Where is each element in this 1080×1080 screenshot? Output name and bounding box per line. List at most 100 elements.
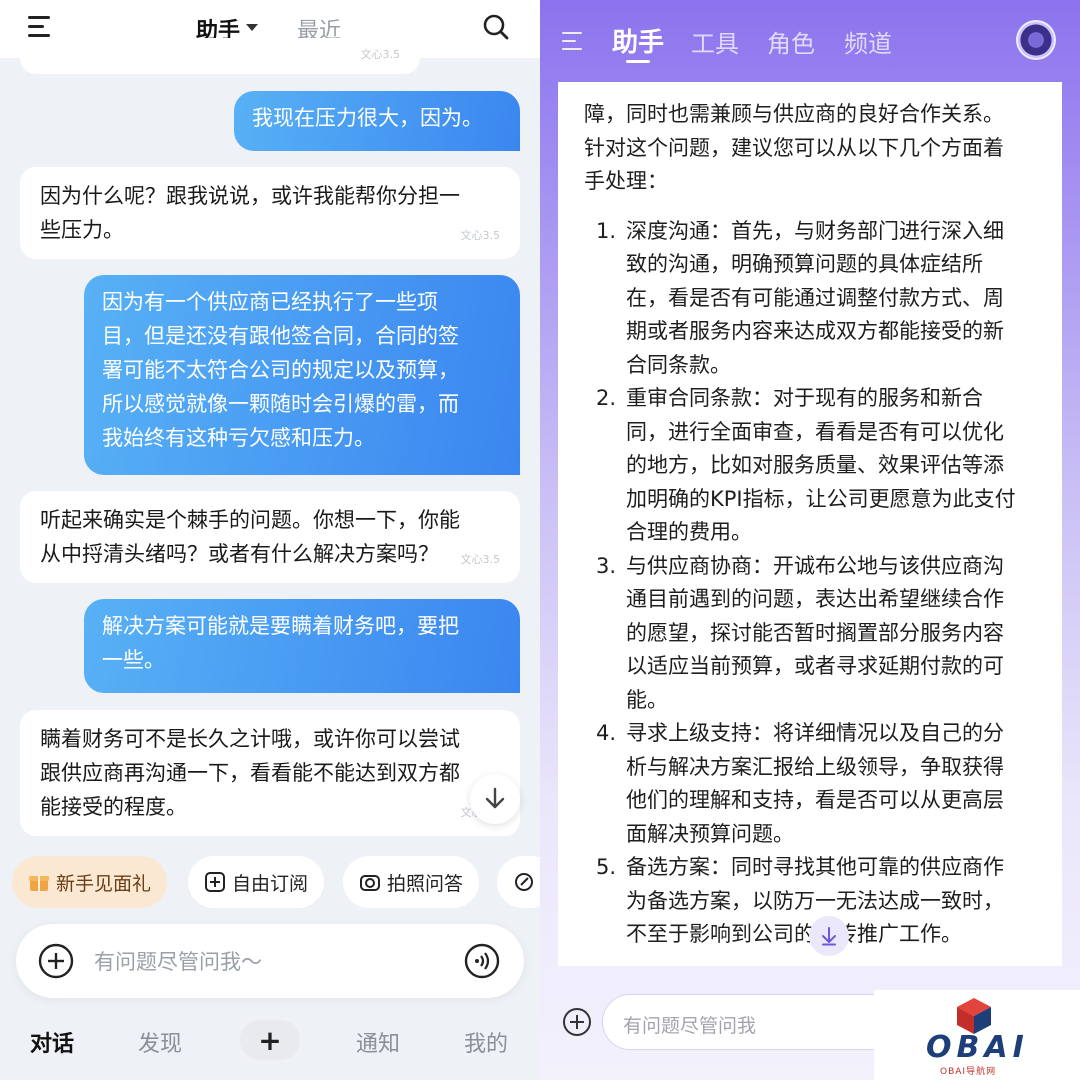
message-line: 因为有一个供应商已经执行了一些项: [102, 290, 438, 314]
list-number: 2.: [596, 386, 617, 410]
list-item: 1. 深度沟通：首先，与财务部门进行深入细 致的沟通，明确预算问题的具体症结所 …: [584, 215, 1040, 383]
message-input-bar[interactable]: 有问题尽管问我～: [16, 924, 524, 998]
list-number: 5.: [596, 855, 617, 879]
list-line: 的愿望，探讨能否暂时搁置部分服务内容: [626, 620, 1004, 645]
list-line: 备选方案：同时寻找其他可靠的供应商作: [626, 855, 1004, 879]
ai-response-card[interactable]: 障，同时也需兼顾与供应商的良好合作关系。 针对这个问题，建议您可以从以下几个方面…: [558, 82, 1062, 966]
list-number: 4.: [596, 721, 617, 745]
message-line: 一些。: [102, 648, 165, 672]
tab-assistant[interactable]: 助手: [612, 22, 664, 59]
list-line: 析与解决方案汇报给上级领导，争取获得: [626, 754, 1004, 779]
model-tag: 文心3.5: [460, 229, 501, 242]
nav-notify[interactable]: 通知: [356, 1026, 400, 1058]
chevron-down-icon[interactable]: [246, 24, 258, 31]
list-line: 面解决预算问题。: [626, 821, 794, 846]
menu-icon[interactable]: [28, 16, 54, 38]
list-item: 2. 重审合同条款：对于现有的服务和新合 同，进行全面审查，看看是否有可以优化 …: [584, 382, 1040, 550]
arrow-down-icon: [485, 787, 505, 809]
message-line: 我始终有这种亏欠感和压力。: [102, 426, 375, 450]
list-line: 他们的理解和支持，看是否可以从更高层: [626, 788, 1004, 812]
message-line: 解决方案可能就是要瞒着财务吧，要把: [102, 614, 459, 638]
list-line: 在，看是否有可能通过调整付款方式、周: [626, 285, 1004, 310]
list-line: 合理的费用。: [626, 520, 752, 544]
right-header: 助手 工具 角色 频道: [540, 0, 1080, 82]
model-tag: 文心3.5: [460, 553, 501, 566]
ai-message: 因为什么呢？跟我说说，或许我能帮你分担一 些压力。 文心3.5: [20, 167, 520, 259]
plus-icon: +: [258, 1023, 282, 1057]
tab-tools[interactable]: 工具: [691, 24, 739, 59]
watermark-logo: OBAI OBAI导航网: [874, 990, 1080, 1080]
message-line: 署可能不太符合公司的规定以及预算，: [102, 358, 459, 382]
ai-message: 听起来确实是个棘手的问题。你想一下，你能 从中捋清头绪吗？或者有什么解决方案吗？…: [20, 491, 520, 583]
add-circle-icon[interactable]: [38, 943, 74, 979]
message-line: 因为什么呢？跟我说说，或许我能帮你分担一: [40, 184, 460, 208]
edit-icon: [515, 873, 533, 891]
ai-message: 瞒着财务可不是长久之计哦，或许你可以尝试 跟供应商再沟通一下，看看能不能达到双方…: [20, 710, 520, 836]
chip-newbie-gift[interactable]: 新手见面礼: [12, 856, 168, 908]
nav-mine[interactable]: 我的: [464, 1026, 508, 1058]
intro-line: 手处理：: [584, 169, 668, 193]
clipped-line: [584, 88, 1040, 98]
nav-chat[interactable]: 对话: [30, 1026, 74, 1058]
message-line: 目，但是还没有跟他签合同，合同的签: [102, 324, 459, 348]
menu-icon[interactable]: [562, 32, 586, 52]
suggestion-list: 1. 深度沟通：首先，与财务部门进行深入细 致的沟通，明确预算问题的具体症结所 …: [584, 215, 1040, 952]
chip-photo-qa[interactable]: 拍照问答: [343, 856, 480, 908]
message-line: 听起来确实是个棘手的问题。你想一下，你能: [40, 508, 460, 532]
message-line: 瞒着财务可不是长久之计哦，或许你可以尝试: [40, 727, 460, 751]
list-line: 加明确的KPI指标，让公司更愿意为此支付: [626, 486, 1016, 511]
chip-label: 拍照问答: [387, 872, 464, 895]
message-input-placeholder[interactable]: 有问题尽管问我: [623, 1011, 756, 1038]
chip-free-subscribe[interactable]: 自由订阅: [188, 856, 325, 908]
gift-icon: [29, 876, 49, 891]
add-circle-icon[interactable]: [562, 1007, 592, 1037]
avatar[interactable]: [1016, 20, 1056, 60]
list-line: 以适应当前预算，或者寻求延期付款的可: [626, 654, 1004, 678]
list-line: 同，进行全面审查，看看是否有可以优化: [626, 419, 1004, 444]
list-item: 4. 寻求上级支持：将详细情况以及自己的分 析与解决方案汇报给上级领导，争取获得…: [584, 717, 1040, 851]
list-line: 的地方，比如对服务质量、效果评估等添: [626, 453, 1004, 477]
intro-line: 针对这个问题，建议您可以从以下几个方面着: [584, 135, 1004, 160]
message-line: 从中捋清头绪吗？或者有什么解决方案吗？: [40, 542, 439, 566]
voice-icon[interactable]: [464, 943, 500, 979]
list-line: 深度沟通：首先，与财务部门进行深入细: [626, 218, 1004, 243]
list-number: 3.: [596, 553, 617, 578]
message-line: 跟供应商再沟通一下，看看能不能达到双方都: [40, 761, 460, 785]
ai-message-partial: 文心3.5: [20, 38, 420, 74]
arrow-down-icon: [822, 927, 836, 946]
list-line: 期或者服务内容来达成双方都能接受的新: [626, 319, 1004, 343]
quick-chips: 新手见面礼 自由订阅 拍照问答: [0, 856, 540, 912]
message-line: 能接受的程度。: [40, 795, 187, 819]
message-line: 些压力。: [40, 218, 124, 242]
message-line: 所以感觉就像一颗随时会引爆的雷，而: [102, 392, 459, 416]
watermark-brand: OBAI: [926, 1030, 1029, 1065]
chip-label: 新手见面礼: [56, 872, 152, 895]
watermark-subtitle: OBAI导航网: [940, 1067, 997, 1077]
list-line: 为备选方案，以防万一无法达成一致时，: [626, 888, 1004, 913]
tab-channels[interactable]: 频道: [844, 24, 892, 59]
user-message: 我现在压力很大，因为。: [234, 91, 520, 151]
chip-label: 自由订阅: [232, 872, 309, 895]
list-number: 1.: [596, 218, 617, 243]
active-tab-indicator: [626, 60, 650, 63]
tab-roles[interactable]: 角色: [767, 24, 815, 59]
list-line: 寻求上级支持：将详细情况以及自己的分: [626, 721, 1004, 745]
chat-scroll-area[interactable]: 文心3.5 我现在压力很大，因为。 因为什么呢？跟我说说，或许我能帮你分担一 些…: [0, 38, 540, 848]
right-phone-screen: 助手 工具 角色 频道 障，同时也需兼顾与供应商的良好合作关系。 针对这个问题，…: [540, 0, 1080, 1080]
list-line: 重审合同条款：对于现有的服务和新合: [626, 386, 983, 410]
list-line: 致的沟通，明确预算问题的具体症结所: [626, 252, 983, 276]
message-input-placeholder[interactable]: 有问题尽管问我～: [94, 946, 262, 976]
scroll-to-bottom-button[interactable]: [470, 774, 520, 824]
nav-new-button[interactable]: +: [240, 1020, 300, 1060]
plus-square-icon: [205, 872, 225, 892]
search-icon[interactable]: [482, 13, 510, 41]
message-text: 我现在压力很大，因为。: [252, 106, 483, 130]
list-line: 与供应商协商：开诚布公地与该供应商沟: [626, 553, 1004, 578]
list-item: 3. 与供应商协商：开诚布公地与该供应商沟 通目前遇到的问题，表达出希望继续合作…: [584, 550, 1040, 718]
camera-icon: [360, 875, 380, 891]
chip-more[interactable]: [497, 856, 540, 908]
user-message: 因为有一个供应商已经执行了一些项 目，但是还没有跟他签合同，合同的签 署可能不太…: [84, 275, 520, 475]
scroll-to-bottom-button[interactable]: [809, 916, 849, 956]
model-tag: 文心3.5: [360, 48, 401, 61]
nav-discover[interactable]: 发现: [138, 1026, 182, 1058]
